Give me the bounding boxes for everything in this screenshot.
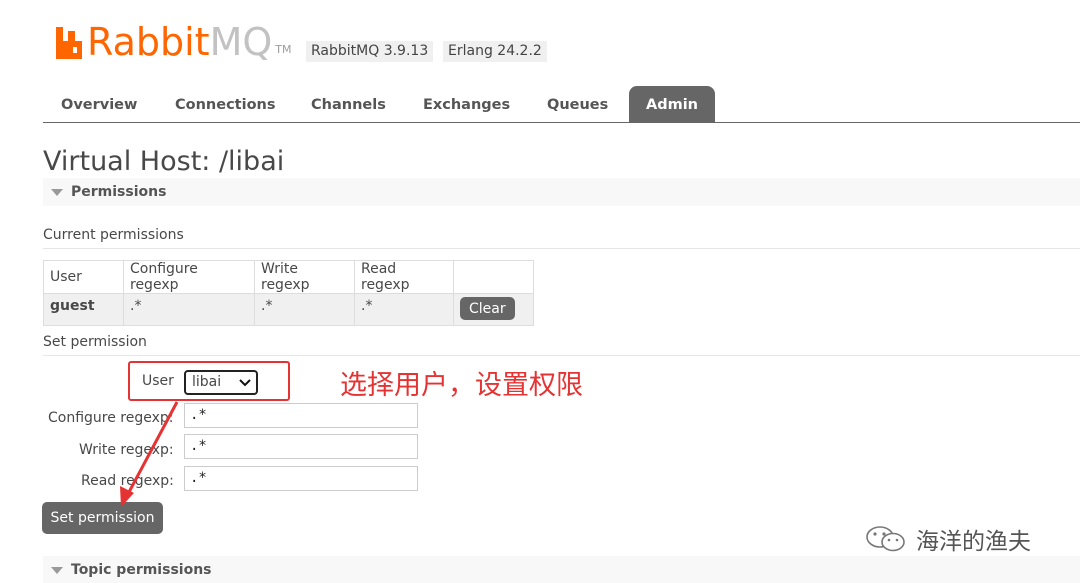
- cell-user: guest: [43, 293, 124, 326]
- logo-text-mq: MQ: [209, 20, 273, 64]
- watermark: 海洋的渔夫: [864, 522, 1031, 556]
- clear-button[interactable]: Clear: [460, 297, 515, 320]
- configure-regexp-input[interactable]: .*: [184, 403, 418, 428]
- permissions-section-label: Permissions: [71, 184, 167, 200]
- current-permissions-heading: Current permissions: [43, 227, 1080, 249]
- logo-wordmark: RabbitMQ: [87, 22, 272, 62]
- rabbitmq-version-badge: RabbitMQ 3.9.13: [306, 41, 434, 62]
- table-header-row: User Configure regexp Write regexp Read …: [43, 260, 534, 294]
- column-header-write: Write regexp: [254, 260, 355, 294]
- set-permission-button[interactable]: Set permission: [42, 502, 163, 534]
- write-regexp-input[interactable]: .*: [184, 434, 418, 459]
- tab-queues[interactable]: Queues: [530, 86, 625, 123]
- page-title: Virtual Host: /libai: [43, 146, 285, 177]
- annotation-highlight-box: [128, 361, 290, 401]
- rabbitmq-logo: RabbitMQ TM: [54, 22, 291, 62]
- permissions-section-toggle[interactable]: Permissions: [43, 178, 1080, 206]
- main-nav: Overview Connections Channels Exchanges …: [43, 86, 1080, 123]
- logo-trademark: TM: [275, 43, 292, 56]
- tab-connections[interactable]: Connections: [158, 86, 293, 123]
- column-header-configure: Configure regexp: [123, 260, 255, 294]
- watermark-text: 海洋的渔夫: [916, 529, 1031, 555]
- write-regexp-label: Write regexp:: [79, 442, 174, 458]
- cell-write: .*: [254, 293, 355, 326]
- column-header-user: User: [43, 260, 124, 294]
- column-header-action: [453, 260, 534, 294]
- read-regexp-input[interactable]: .*: [184, 466, 418, 491]
- column-header-read: Read regexp: [354, 260, 454, 294]
- tab-channels[interactable]: Channels: [294, 86, 403, 123]
- erlang-version-badge: Erlang 24.2.2: [443, 41, 547, 62]
- cell-action: Clear: [453, 293, 534, 326]
- permissions-table: User Configure regexp Write regexp Read …: [43, 260, 534, 326]
- rabbitmq-logo-icon: [56, 27, 82, 59]
- wechat-icon: [866, 526, 905, 552]
- topic-permissions-section-label: Topic permissions: [71, 562, 212, 578]
- logo-text-rabbit: Rabbit: [87, 20, 210, 64]
- topic-permissions-section-toggle[interactable]: Topic permissions: [43, 556, 1080, 583]
- tab-overview[interactable]: Overview: [44, 86, 154, 123]
- annotation-text: 选择用户，设置权限: [340, 370, 583, 401]
- cell-read: .*: [354, 293, 454, 326]
- tab-exchanges[interactable]: Exchanges: [406, 86, 527, 123]
- collapse-triangle-icon: [51, 189, 63, 196]
- read-regexp-label: Read regexp:: [81, 473, 174, 489]
- set-permission-heading: Set permission: [43, 334, 1080, 356]
- table-row: guest .* .* .* Clear: [43, 293, 534, 326]
- tab-admin[interactable]: Admin: [629, 86, 716, 123]
- cell-configure: .*: [123, 293, 255, 326]
- collapse-triangle-icon: [51, 567, 63, 574]
- configure-regexp-label: Configure regexp:: [48, 410, 174, 426]
